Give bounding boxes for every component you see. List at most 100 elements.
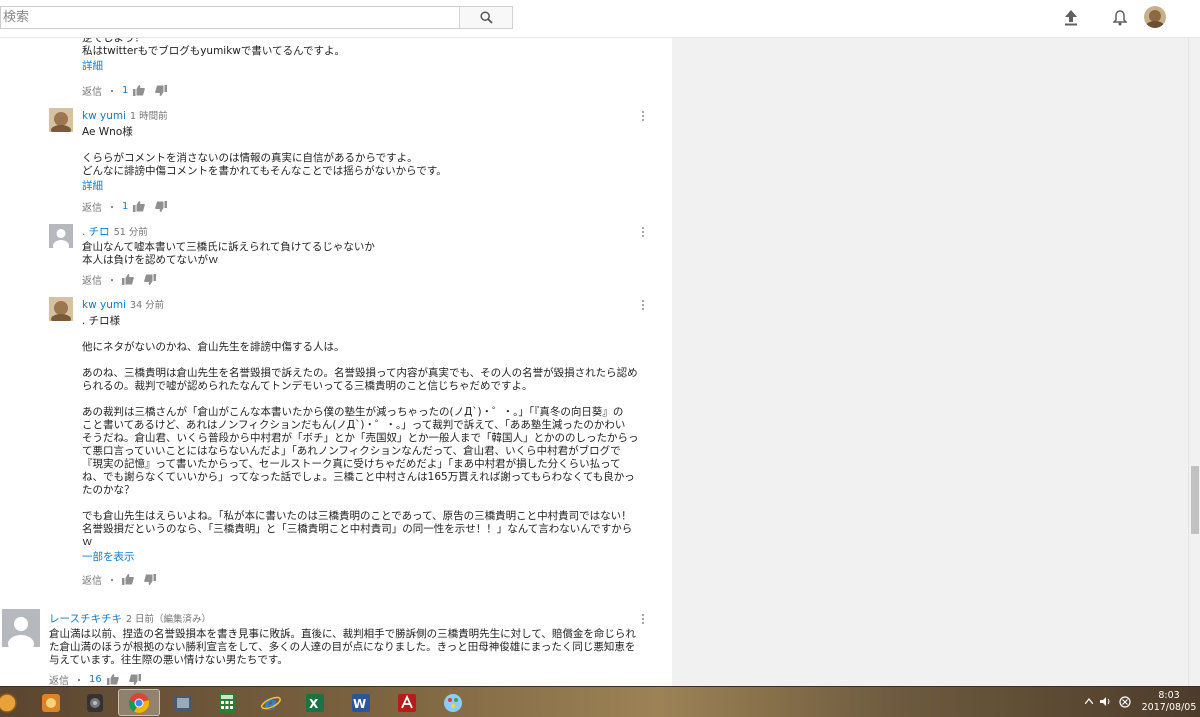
comment-thread: . チロ 51 分前 倉山なんて嘘本書いて三橋氏に訴えられて負けてるじゃないか 本… xyxy=(82,224,642,267)
comment-thread: 逆でしよう？ 私はtwitterもでブログもyumikwで書いてるんですよ。 詳… xyxy=(82,38,642,73)
comment-actions: 返信・ 1 xyxy=(82,199,168,214)
taskbar-app[interactable] xyxy=(0,689,28,716)
avatar[interactable] xyxy=(49,297,73,321)
tray-up-arrow-icon[interactable] xyxy=(1085,698,1093,704)
comment-author[interactable]: レースチキチキ xyxy=(49,613,122,625)
show-less-link[interactable]: 一部を表示 xyxy=(82,549,642,564)
comment-thread: kw yumi 34 分前 . チロ様 他にネタがないのかね、倉山先生を誹謗中傷す… xyxy=(82,297,642,564)
thumb-up-icon[interactable] xyxy=(106,674,119,685)
thumb-down-icon[interactable] xyxy=(128,674,141,685)
comment-actions: 返信・ 16 xyxy=(49,672,141,686)
search-button[interactable] xyxy=(459,6,513,29)
thumb-down-icon[interactable] xyxy=(144,574,156,585)
comment-menu-button[interactable] xyxy=(641,111,645,123)
pdf-icon xyxy=(398,693,416,712)
account-avatar[interactable] xyxy=(1144,6,1166,28)
comment-text: 逆でしよう？ 私はtwitterもでブログもyumikwで書いてるんですよ。 xyxy=(82,38,346,57)
comment-time[interactable]: 2 日前（編集済み） xyxy=(126,614,211,625)
cat-avatar-icon xyxy=(49,297,73,321)
cat-avatar-icon xyxy=(49,108,73,132)
windows-taskbar: e X W 8:03 2017/08/05 xyxy=(0,686,1200,717)
comment-actions: 返信・ 1 xyxy=(82,83,168,98)
taskbar-app-word[interactable]: W xyxy=(340,689,382,716)
search-input[interactable]: 検索 xyxy=(0,6,460,29)
comment-author[interactable]: kw yumi xyxy=(82,110,126,122)
comment-time[interactable]: 51 分前 xyxy=(114,227,148,238)
comment-actions: 返信・ xyxy=(82,272,156,287)
svg-text:X: X xyxy=(309,697,319,711)
thumb-down-icon[interactable] xyxy=(155,201,168,212)
chrome-icon xyxy=(128,692,150,713)
notifications-button[interactable] xyxy=(1110,8,1130,28)
avatar-icon xyxy=(1144,6,1166,28)
svg-text:W: W xyxy=(353,697,366,711)
comment-time[interactable]: 1 時間前 xyxy=(130,111,168,122)
comment-author[interactable]: . チロ xyxy=(82,226,110,238)
comments-section: 逆でしよう？ 私はtwitterもでブログもyumikwで書いてるんですよ。 詳… xyxy=(0,38,672,686)
comment-thread: レースチキチキ 2 日前（編集済み） 倉山満は以前、捏造の名誉毀損本を書き見事に敗… xyxy=(49,611,644,667)
thumb-up-icon[interactable] xyxy=(122,574,134,585)
comment-time[interactable]: 34 分前 xyxy=(130,300,164,311)
word-icon: W xyxy=(352,693,370,712)
read-more-link[interactable]: 詳細 xyxy=(82,178,642,193)
reply-button[interactable]: 返信 xyxy=(49,672,69,686)
thumb-down-icon[interactable] xyxy=(144,274,156,285)
taskbar-app-acrobat[interactable] xyxy=(386,689,428,716)
system-clock[interactable]: 8:03 2017/08/05 xyxy=(1138,690,1200,714)
taskbar-app[interactable] xyxy=(162,689,204,716)
reply-button[interactable]: 返信 xyxy=(82,572,102,587)
reply-button[interactable]: 返信 xyxy=(82,199,102,214)
app-icon xyxy=(0,692,17,713)
comment-text: Ae Wno様 くららがコメントを消さないのは情報の真実に自信があるからですよ。… xyxy=(82,126,447,177)
thumb-down-icon[interactable] xyxy=(155,85,168,96)
comment-actions: 返信・ xyxy=(82,572,156,587)
top-bar: 検索 xyxy=(0,0,1200,38)
avatar[interactable] xyxy=(2,609,40,647)
taskbar-app[interactable] xyxy=(74,689,116,716)
like-count: 1 xyxy=(122,85,129,96)
comment-text: . チロ様 他にネタがないのかね、倉山先生を誹謗中傷する人は。 あのね、三橋貴明… xyxy=(82,315,639,548)
reply-button[interactable]: 返信 xyxy=(82,272,102,287)
comment-text: 倉山満は以前、捏造の名誉毀損本を書き見事に敗訴。直後に、裁判相手で勝訴側の三橋貴… xyxy=(49,628,636,666)
calculator-icon xyxy=(219,692,235,713)
taskbar-app-calculator[interactable] xyxy=(206,689,248,716)
clock-time: 8:03 xyxy=(1158,690,1180,701)
upload-icon xyxy=(1065,10,1077,26)
thumb-up-icon[interactable] xyxy=(133,201,146,212)
game-app-icon xyxy=(42,693,60,712)
read-more-link[interactable]: 詳細 xyxy=(82,58,642,73)
upload-button[interactable] xyxy=(1061,8,1081,28)
comment-author[interactable]: kw yumi xyxy=(82,299,126,311)
thumb-up-icon[interactable] xyxy=(122,274,134,285)
sidebar-panel xyxy=(672,38,1188,686)
volume-icon[interactable] xyxy=(1099,696,1111,707)
comment-menu-button[interactable] xyxy=(641,227,645,239)
svg-text:e: e xyxy=(264,692,277,714)
excel-icon: X xyxy=(306,693,324,712)
avatar[interactable] xyxy=(49,108,73,132)
default-user-icon xyxy=(49,224,73,248)
taskbar-app-ie[interactable]: e xyxy=(250,689,292,716)
comment-thread: kw yumi 1 時間前 Ae Wno様 くららがコメントを消さないのは情報の真… xyxy=(82,108,642,193)
like-count: 1 xyxy=(122,201,129,212)
taskbar-app-excel[interactable]: X xyxy=(294,689,336,716)
internet-explorer-icon: e xyxy=(261,692,281,714)
thumb-up-icon[interactable] xyxy=(133,85,146,96)
bell-icon xyxy=(1113,10,1127,26)
scrollbar-thumb[interactable] xyxy=(1191,466,1199,534)
reply-button[interactable]: 返信 xyxy=(82,83,102,98)
avatar[interactable] xyxy=(49,224,73,248)
page-scrollbar[interactable] xyxy=(1188,38,1200,686)
search-icon xyxy=(479,11,493,24)
taskbar-app-chrome[interactable] xyxy=(118,689,160,716)
network-disconnected-icon[interactable] xyxy=(1119,696,1131,708)
taskbar-app[interactable] xyxy=(30,689,72,716)
clock-date: 2017/08/05 xyxy=(1141,702,1197,713)
paint-app-icon xyxy=(444,693,462,712)
comment-menu-button[interactable] xyxy=(641,614,645,626)
film-app-icon xyxy=(174,694,192,711)
default-user-icon xyxy=(2,609,40,647)
taskbar-app[interactable] xyxy=(432,689,474,716)
comment-text: 倉山なんて嘘本書いて三橋氏に訴えられて負けてるじゃないか 本人は負けを認めてない… xyxy=(82,241,375,266)
comment-menu-button[interactable] xyxy=(641,300,645,312)
